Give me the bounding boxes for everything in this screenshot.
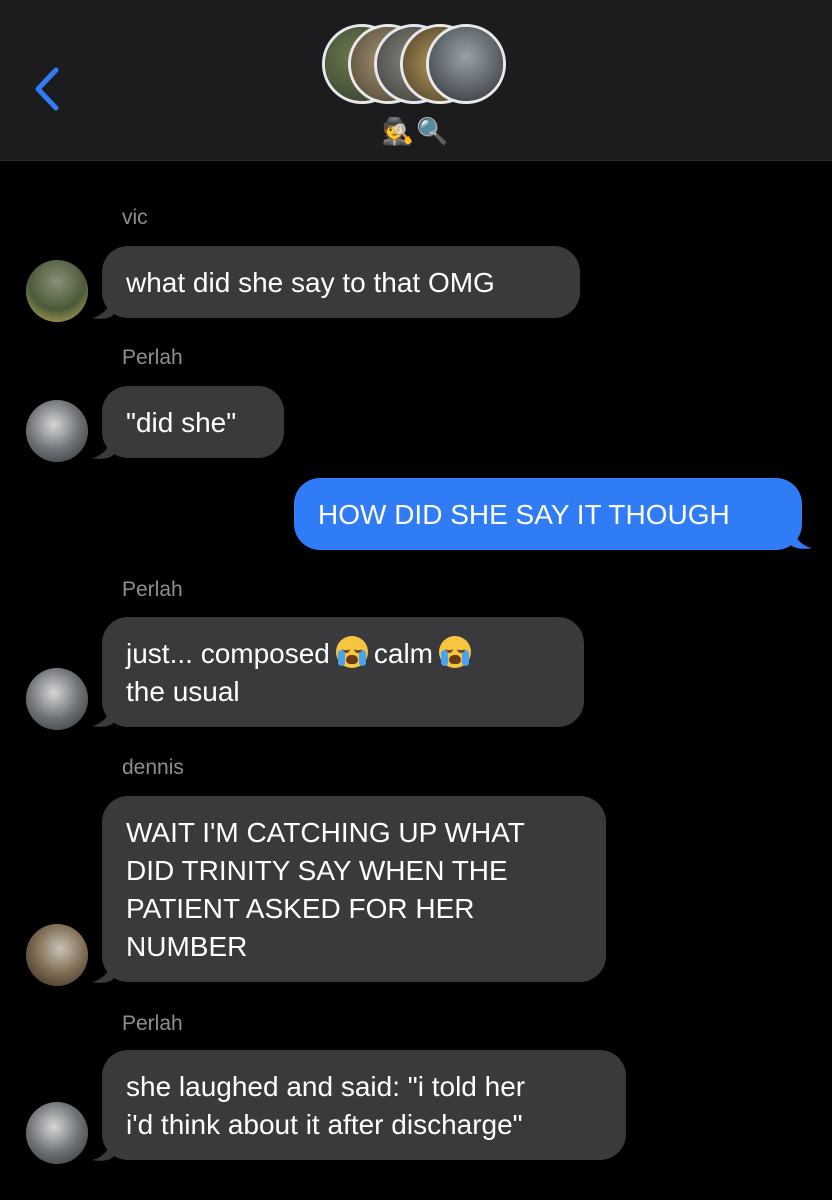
avatar[interactable] (26, 400, 88, 462)
message-bubble[interactable]: just... composed calm the usual (102, 617, 584, 727)
bubble-tail (790, 526, 812, 549)
avatar[interactable] (26, 924, 88, 986)
sent-message-bubble[interactable]: HOW DID SHE SAY IT THOUGH (294, 478, 802, 550)
message-bubble[interactable]: WAIT I'M CATCHING UP WHAT DID TRINITY SA… (102, 796, 606, 982)
message-text: HOW DID SHE SAY IT THOUGH (318, 499, 730, 530)
sender-name: vic (122, 206, 148, 229)
loudly-crying-face-icon (335, 636, 368, 668)
avatar[interactable] (26, 668, 88, 730)
message-line: DID TRINITY SAY WHEN THE (126, 855, 508, 886)
conversation-header: 🕵🔍 (0, 0, 832, 161)
message-line: WAIT I'M CATCHING UP WHAT (126, 817, 525, 848)
sender-name: Perlah (122, 1012, 183, 1035)
sender-name: Perlah (122, 346, 183, 369)
message-line: she laughed and said: "i told her (126, 1071, 526, 1102)
group-avatars[interactable] (322, 24, 512, 108)
sender-name: Perlah (122, 578, 183, 601)
back-button[interactable] (26, 64, 70, 114)
avatar[interactable] (26, 260, 88, 322)
message-line: the usual (126, 676, 240, 707)
message-text: what did she say to that OMG (126, 267, 495, 298)
message-line: i'd think about it after discharge" (126, 1109, 523, 1140)
chevron-left-icon (35, 67, 59, 111)
message-text: calm (373, 638, 433, 669)
sender-name: dennis (122, 756, 184, 779)
message-text: "did she" (126, 407, 237, 438)
message-line: PATIENT ASKED FOR HER (126, 893, 475, 924)
loudly-crying-face-icon (439, 636, 471, 668)
message-line: NUMBER (126, 931, 248, 962)
message-bubble[interactable]: "did she" (102, 386, 284, 458)
message-bubble[interactable]: what did she say to that OMG (102, 246, 580, 318)
group-name[interactable]: 🕵🔍 (0, 116, 832, 146)
group-avatar (426, 24, 506, 104)
message-text: just... composed (126, 638, 330, 669)
avatar[interactable] (26, 1102, 88, 1164)
message-line: just... composed calm (126, 635, 560, 673)
message-bubble[interactable]: she laughed and said: "i told her i'd th… (102, 1050, 626, 1160)
